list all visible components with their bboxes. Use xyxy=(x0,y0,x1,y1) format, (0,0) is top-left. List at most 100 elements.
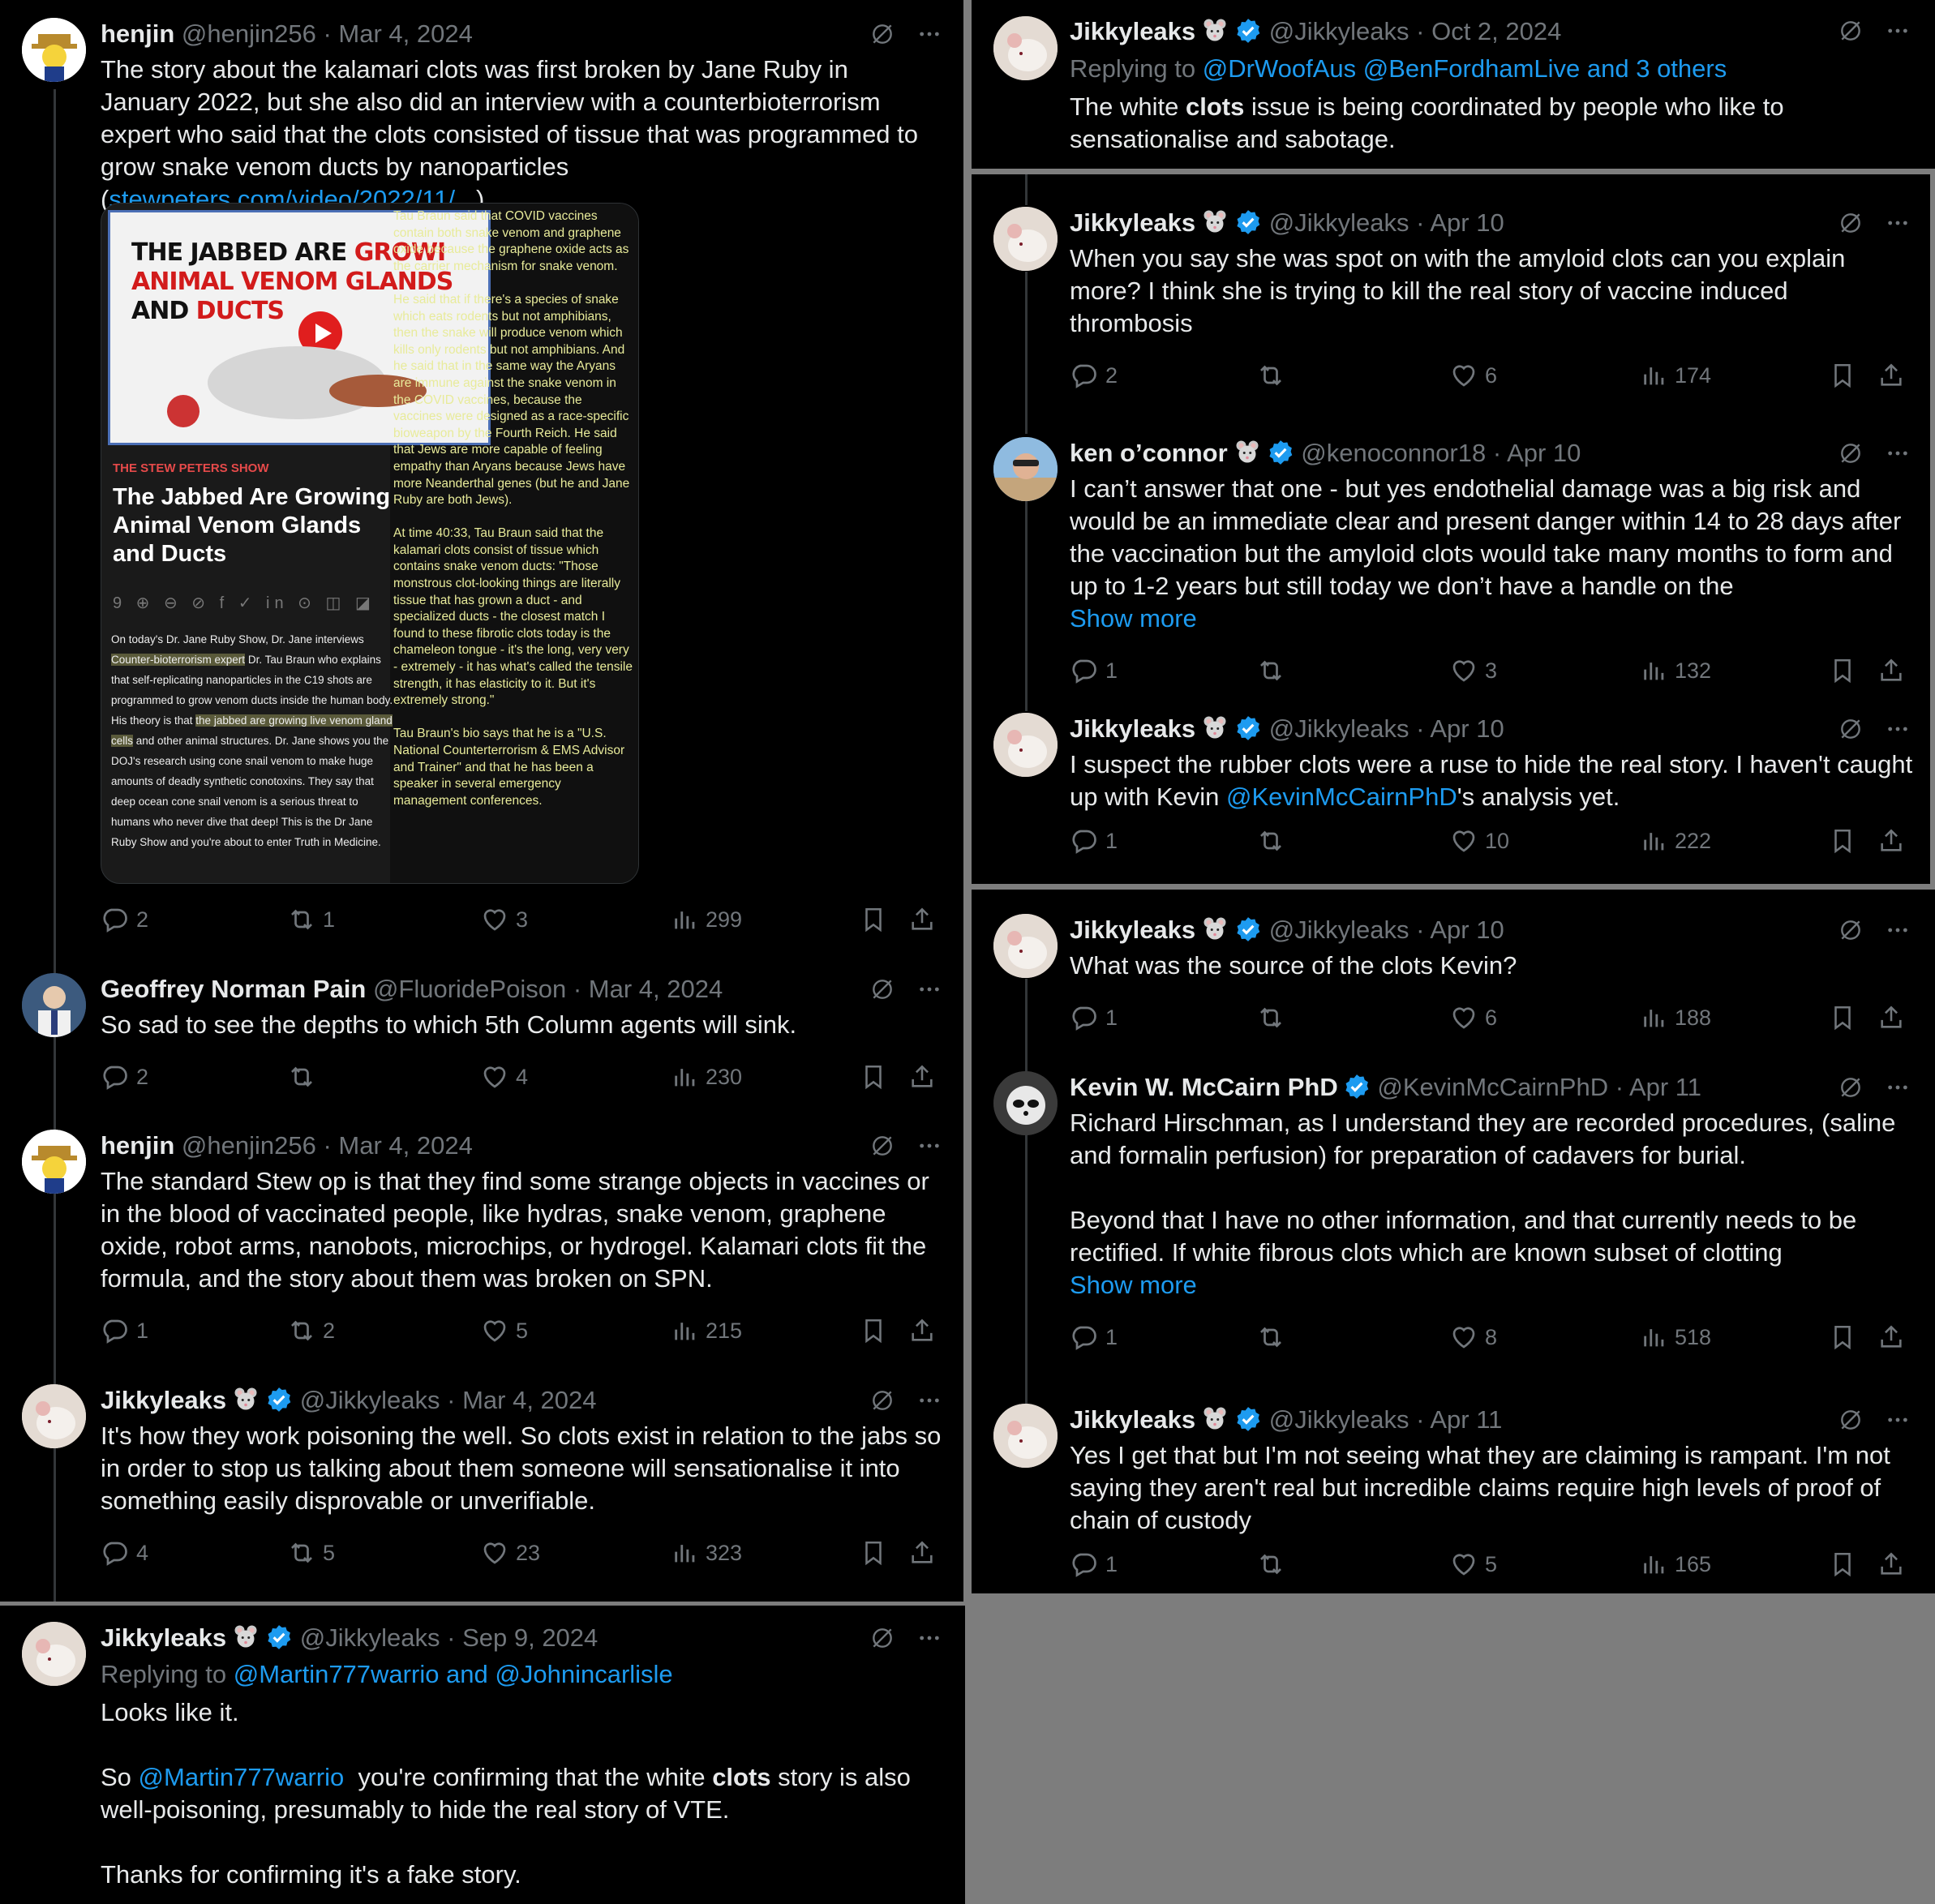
tweet-kevin-mccairn[interactable]: Kevin W. McCairn PhD @KevinMcCairnPhD · … xyxy=(972,1060,1935,1384)
author-name[interactable]: Jikkyleaks xyxy=(1070,1405,1195,1434)
mention-link[interactable]: @KevinMcCairnPhD xyxy=(1226,783,1457,811)
author-handle[interactable]: @Jikkyleaks xyxy=(1269,714,1409,743)
repost-button[interactable] xyxy=(1256,1321,1292,1353)
tweet-jikkyleaks-1[interactable]: Jikkyleaks @Jikkyleaks · Mar 4, 2024 It'… xyxy=(0,1376,963,1602)
views-button[interactable]: 222 xyxy=(1641,825,1711,857)
tweet-geoffrey[interactable]: Geoffrey Norman Pain @FluoridePoison · M… xyxy=(0,965,963,1119)
author-handle[interactable]: @Jikkyleaks xyxy=(1269,916,1409,944)
bookmark-button[interactable] xyxy=(1829,1548,1856,1580)
tweet-kenoconnor[interactable]: ken o’connor @kenoconnor18 · Apr 10 I ca… xyxy=(972,426,1930,693)
author-handle[interactable]: @FluoridePoison xyxy=(373,975,566,1003)
tweet-henjin-1[interactable]: henjin @henjin256 · Mar 4, 2024 The stor… xyxy=(0,0,963,965)
reply-button[interactable]: 2 xyxy=(1070,359,1118,392)
author-name[interactable]: henjin xyxy=(101,1131,174,1160)
author-handle[interactable]: @KevinMcCairnPhD xyxy=(1377,1073,1608,1101)
avatar[interactable] xyxy=(993,1404,1058,1468)
like-button[interactable]: 6 xyxy=(1449,359,1497,392)
like-button[interactable]: 3 xyxy=(1449,654,1497,687)
tweet-date[interactable]: Apr 11 xyxy=(1430,1405,1502,1434)
author-handle[interactable]: @Jikkyleaks xyxy=(1269,1405,1409,1434)
views-button[interactable]: 165 xyxy=(1641,1548,1711,1580)
share-button[interactable] xyxy=(1877,1321,1905,1353)
share-button[interactable] xyxy=(908,1314,936,1347)
more-icon[interactable] xyxy=(1885,18,1911,44)
more-icon[interactable] xyxy=(1885,210,1911,236)
like-button[interactable]: 5 xyxy=(1449,1548,1497,1580)
bookmark-button[interactable] xyxy=(860,1314,887,1347)
more-icon[interactable] xyxy=(916,1625,942,1651)
author-name[interactable]: Jikkyleaks xyxy=(1070,17,1195,45)
grok-icon[interactable] xyxy=(1838,716,1864,742)
grok-icon[interactable] xyxy=(1838,1074,1864,1100)
repost-button[interactable] xyxy=(1256,1548,1292,1580)
share-button[interactable] xyxy=(1877,654,1905,687)
replying-to-handles[interactable]: @Martin777warrio and @Johnincarlisle xyxy=(234,1660,673,1688)
author-name[interactable]: Jikkyleaks xyxy=(101,1623,226,1652)
bookmark-button[interactable] xyxy=(860,1537,887,1569)
repost-button[interactable] xyxy=(1256,825,1292,857)
repost-button[interactable]: 1 xyxy=(287,903,335,936)
bookmark-button[interactable] xyxy=(1829,359,1856,392)
tweet-date[interactable]: Apr 10 xyxy=(1507,439,1581,467)
avatar[interactable] xyxy=(22,1384,86,1448)
grok-icon[interactable] xyxy=(869,1133,895,1159)
reply-button[interactable]: 2 xyxy=(101,903,148,936)
more-icon[interactable] xyxy=(1885,716,1911,742)
avatar[interactable] xyxy=(993,1071,1058,1135)
views-button[interactable]: 518 xyxy=(1641,1321,1711,1353)
tweet-date[interactable]: Mar 4, 2024 xyxy=(338,19,472,48)
tweet-date[interactable]: Mar 4, 2024 xyxy=(589,975,723,1003)
repost-button[interactable] xyxy=(1256,1001,1292,1034)
views-button[interactable]: 299 xyxy=(671,903,742,936)
grok-icon[interactable] xyxy=(1838,440,1864,466)
avatar[interactable] xyxy=(993,207,1058,271)
views-button[interactable]: 132 xyxy=(1641,654,1711,687)
tweet-date[interactable]: Oct 2, 2024 xyxy=(1431,17,1561,45)
more-icon[interactable] xyxy=(916,976,942,1002)
author-name[interactable]: ken o’connor xyxy=(1070,439,1228,467)
like-button[interactable]: 8 xyxy=(1449,1321,1497,1353)
grok-icon[interactable] xyxy=(869,1625,895,1651)
share-button[interactable] xyxy=(1877,359,1905,392)
reply-button[interactable]: 4 xyxy=(101,1537,148,1569)
author-handle[interactable]: @henjin256 xyxy=(182,19,316,48)
avatar[interactable] xyxy=(22,18,86,82)
bookmark-button[interactable] xyxy=(1829,654,1856,687)
views-button[interactable]: 188 xyxy=(1641,1001,1711,1034)
tweet-date[interactable]: Apr 10 xyxy=(1430,916,1504,944)
author-handle[interactable]: @Jikkyleaks xyxy=(300,1386,440,1414)
views-button[interactable]: 323 xyxy=(671,1537,742,1569)
bottom-left-tweet-panel[interactable]: Jikkyleaks @Jikkyleaks · Sep 9, 2024 Rep… xyxy=(0,1606,965,1904)
share-button[interactable] xyxy=(908,903,936,936)
tweet-henjin-2[interactable]: henjin @henjin256 · Mar 4, 2024 The stan… xyxy=(0,1121,963,1373)
more-icon[interactable] xyxy=(1885,917,1911,943)
replying-to-handles[interactable]: @DrWoofAus @BenFordhamLive and 3 others xyxy=(1203,54,1727,83)
avatar[interactable] xyxy=(22,1130,86,1194)
tweet-date[interactable]: Apr 11 xyxy=(1629,1073,1701,1101)
author-name[interactable]: Geoffrey Norman Pain xyxy=(101,975,366,1003)
more-icon[interactable] xyxy=(916,21,942,47)
avatar[interactable] xyxy=(22,973,86,1037)
grok-icon[interactable] xyxy=(869,1387,895,1413)
repost-button[interactable] xyxy=(287,1061,323,1093)
share-button[interactable] xyxy=(1877,1548,1905,1580)
bookmark-button[interactable] xyxy=(1829,1001,1856,1034)
like-button[interactable]: 3 xyxy=(480,903,528,936)
grok-icon[interactable] xyxy=(1838,1407,1864,1433)
bookmark-button[interactable] xyxy=(860,1061,887,1093)
avatar[interactable] xyxy=(22,1622,86,1686)
tweet-jikkyleaks-apr11[interactable]: Jikkyleaks @Jikkyleaks · Apr 11 Yes I ge… xyxy=(972,1392,1935,1593)
tweet-date[interactable]: Mar 4, 2024 xyxy=(462,1386,596,1414)
author-handle[interactable]: @Jikkyleaks xyxy=(300,1623,440,1652)
like-button[interactable]: 4 xyxy=(480,1061,528,1093)
tweet-jikkyleaks-apr10-b[interactable]: Jikkyleaks @Jikkyleaks · Apr 10 I suspec… xyxy=(972,701,1930,884)
avatar[interactable] xyxy=(993,713,1058,777)
author-name[interactable]: henjin xyxy=(101,19,174,48)
reply-button[interactable]: 2 xyxy=(101,1061,148,1093)
author-handle[interactable]: @kenoconnor18 xyxy=(1301,439,1486,467)
show-more-link[interactable]: Show more xyxy=(1070,1269,1197,1301)
more-icon[interactable] xyxy=(916,1387,942,1413)
views-button[interactable]: 174 xyxy=(1641,359,1711,392)
reply-button[interactable]: 1 xyxy=(1070,1001,1118,1034)
repost-button[interactable] xyxy=(1256,654,1292,687)
